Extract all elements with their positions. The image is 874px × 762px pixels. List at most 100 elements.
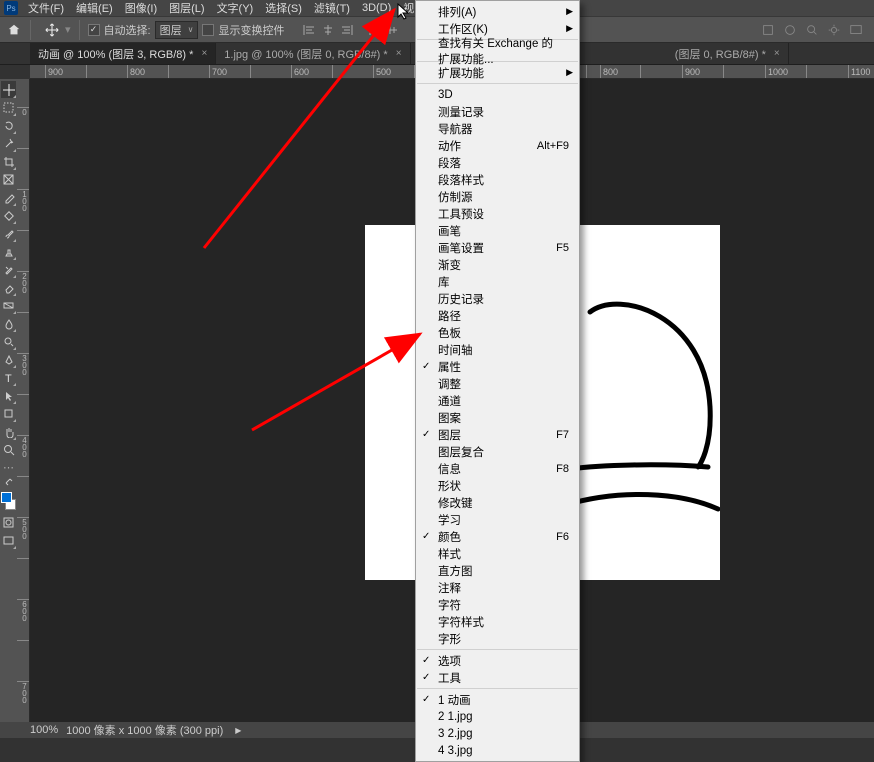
menu-type[interactable]: 文字(Y) xyxy=(211,0,260,17)
doc-tab[interactable]: 动画 @ 100% (图层 3, RGB/8) *× xyxy=(30,43,216,64)
eraser-tool[interactable] xyxy=(1,279,16,296)
auto-select-dropdown[interactable]: 图层 ∨ xyxy=(155,21,199,39)
menu-3d[interactable]: 3D(D) xyxy=(356,1,397,15)
menu-item[interactable]: 信息F8 xyxy=(416,460,579,477)
eyedropper-tool[interactable] xyxy=(1,189,16,206)
menu-item[interactable]: 工具预设 xyxy=(416,205,579,222)
menu-layer[interactable]: 图层(L) xyxy=(163,0,210,17)
zoom-tool[interactable] xyxy=(1,441,16,458)
menu-item[interactable]: 色板 xyxy=(416,324,579,341)
menu-item[interactable]: 注释 xyxy=(416,579,579,596)
menu-item[interactable]: 2 1.jpg xyxy=(416,708,579,725)
foreground-color[interactable] xyxy=(1,492,12,503)
wand-tool[interactable] xyxy=(1,135,16,152)
align-right-icon[interactable] xyxy=(338,21,356,39)
menu-item[interactable]: 通道 xyxy=(416,392,579,409)
doc-tab[interactable]: 1.jpg @ 100% (图层 0, RGB/8#) *× xyxy=(216,43,410,64)
lasso-tool[interactable] xyxy=(1,117,16,134)
history-brush-tool[interactable] xyxy=(1,261,16,278)
auto-select-checkbox[interactable]: ✓ xyxy=(88,24,100,36)
menu-item[interactable]: 排列(A)▶ xyxy=(416,3,579,20)
menu-item[interactable]: ✓选项 xyxy=(416,652,579,669)
ruler-vertical[interactable]: 0100200300400500600700 xyxy=(17,79,30,722)
menu-file[interactable]: 文件(F) xyxy=(22,0,70,17)
menu-item[interactable]: 图案 xyxy=(416,409,579,426)
close-icon[interactable]: × xyxy=(201,48,207,59)
edit-toolbar-icon[interactable]: ⋯ xyxy=(1,459,16,476)
menu-item[interactable]: 段落 xyxy=(416,154,579,171)
menu-item[interactable]: 路径 xyxy=(416,307,579,324)
path-select-tool[interactable] xyxy=(1,387,16,404)
menu-item[interactable]: 4 3.jpg xyxy=(416,742,579,759)
align-hcenter-icon[interactable] xyxy=(319,21,337,39)
menu-item[interactable]: 库 xyxy=(416,273,579,290)
menu-item[interactable]: 历史记录 xyxy=(416,290,579,307)
align-left-icon[interactable] xyxy=(300,21,318,39)
doc-tab[interactable]: (图层 0, RGB/8#) *× xyxy=(667,43,789,64)
menu-item[interactable]: ✓图层F7 xyxy=(416,426,579,443)
frame-tool[interactable] xyxy=(1,171,16,188)
menu-item[interactable]: 渐变 xyxy=(416,256,579,273)
menu-item[interactable]: 动作Alt+F9 xyxy=(416,137,579,154)
brush-tool[interactable] xyxy=(1,225,16,242)
menu-item[interactable]: ✓颜色F6 xyxy=(416,528,579,545)
menu-item[interactable]: 测量记录 xyxy=(416,103,579,120)
menu-item[interactable]: 直方图 xyxy=(416,562,579,579)
dropdown-caret-icon[interactable]: ▾ xyxy=(65,23,71,36)
menu-item[interactable]: 学习 xyxy=(416,511,579,528)
menu-item[interactable]: 调整 xyxy=(416,375,579,392)
marquee-tool[interactable] xyxy=(1,99,16,116)
align-vcenter-icon[interactable] xyxy=(383,21,401,39)
blur-tool[interactable] xyxy=(1,315,16,332)
menu-item[interactable]: 时间轴 xyxy=(416,341,579,358)
menu-item[interactable]: 画笔 xyxy=(416,222,579,239)
text-tool[interactable]: T xyxy=(1,369,16,386)
hand-tool[interactable] xyxy=(1,423,16,440)
menu-item[interactable]: 字符 xyxy=(416,596,579,613)
gear-icon[interactable] xyxy=(826,22,842,38)
menu-item[interactable]: 仿制源 xyxy=(416,188,579,205)
menu-item[interactable]: 段落样式 xyxy=(416,171,579,188)
menu-filter[interactable]: 滤镜(T) xyxy=(308,0,356,17)
stamp-tool[interactable] xyxy=(1,243,16,260)
close-icon[interactable]: × xyxy=(396,48,402,59)
search-icon[interactable] xyxy=(804,22,820,38)
zoom-level[interactable]: 100% xyxy=(30,724,58,736)
color-swatches[interactable] xyxy=(1,492,16,510)
menu-item[interactable]: 形状 xyxy=(416,477,579,494)
menu-edit[interactable]: 编辑(E) xyxy=(70,0,119,17)
menu-item[interactable]: 3D xyxy=(416,86,579,103)
menu-item[interactable]: 字形 xyxy=(416,630,579,647)
dodge-tool[interactable] xyxy=(1,333,16,350)
workspace-icon[interactable] xyxy=(848,22,864,38)
menu-item[interactable]: 画笔设置F5 xyxy=(416,239,579,256)
gradient-tool[interactable] xyxy=(1,297,16,314)
menu-image[interactable]: 图像(I) xyxy=(119,0,163,17)
swap-colors-icon[interactable] xyxy=(1,477,16,487)
home-icon[interactable] xyxy=(6,23,22,37)
info-caret-icon[interactable]: ▶ xyxy=(235,726,241,735)
menu-item[interactable]: 查找有关 Exchange 的扩展功能... xyxy=(416,42,579,59)
menu-select[interactable]: 选择(S) xyxy=(259,0,308,17)
quickmask-icon[interactable] xyxy=(1,514,16,531)
show-transform-checkbox[interactable] xyxy=(202,24,214,36)
pen-tool[interactable] xyxy=(1,351,16,368)
menu-item[interactable]: 图层复合 xyxy=(416,443,579,460)
menu-item[interactable]: 样式 xyxy=(416,545,579,562)
close-icon[interactable]: × xyxy=(774,48,780,59)
menu-item[interactable]: 修改键 xyxy=(416,494,579,511)
menu-item[interactable]: ✓属性 xyxy=(416,358,579,375)
shape-tool[interactable] xyxy=(1,405,16,422)
screenmode-icon[interactable] xyxy=(1,532,16,549)
menu-item[interactable]: 字符样式 xyxy=(416,613,579,630)
menu-item[interactable]: 扩展功能▶ xyxy=(416,64,579,81)
menu-item[interactable]: 3 2.jpg xyxy=(416,725,579,742)
align-top-icon[interactable] xyxy=(364,21,382,39)
menu-item[interactable]: 导航器 xyxy=(416,120,579,137)
menu-item[interactable]: ✓工具 xyxy=(416,669,579,686)
cloud-icon[interactable] xyxy=(782,22,798,38)
heal-tool[interactable] xyxy=(1,207,16,224)
crop-tool[interactable] xyxy=(1,153,16,170)
move-tool[interactable] xyxy=(1,81,16,98)
share-icon[interactable] xyxy=(760,22,776,38)
